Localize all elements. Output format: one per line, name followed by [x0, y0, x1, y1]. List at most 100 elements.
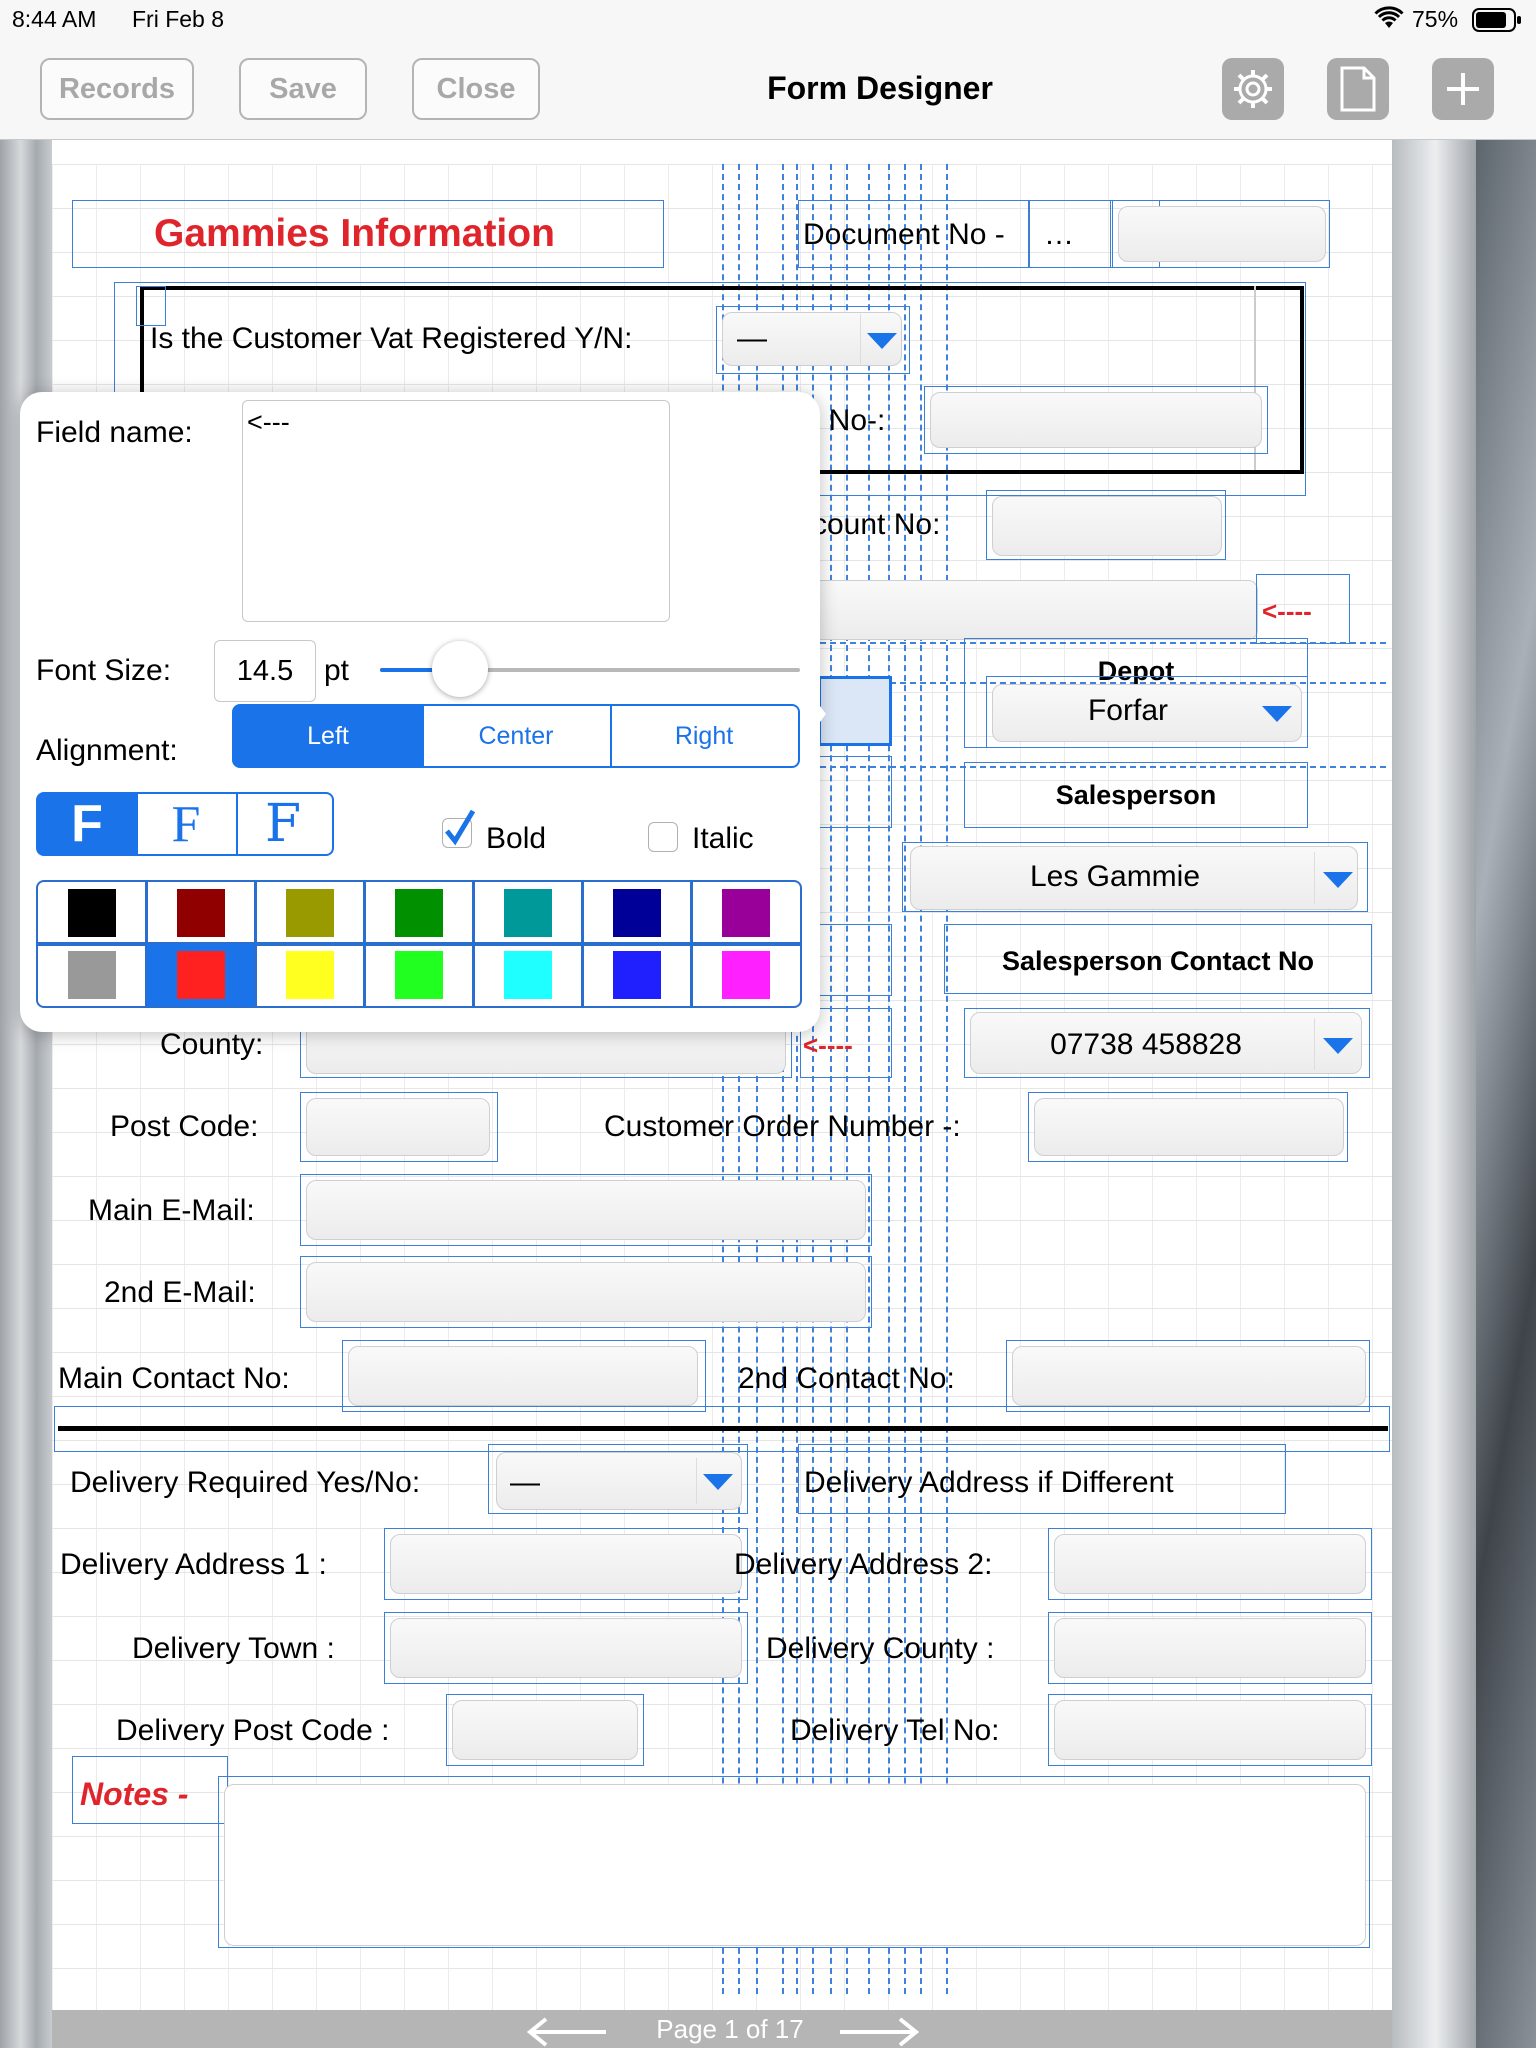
document-icon[interactable] [1327, 58, 1389, 120]
vat-label: Is the Customer Vat Registered Y/N: [150, 322, 633, 355]
divider [1314, 852, 1315, 904]
account-no-label: count No: [812, 508, 941, 541]
salesperson-label: Salesperson [1055, 780, 1217, 810]
color-swatch[interactable] [581, 880, 693, 946]
field-name-input[interactable]: <--- [242, 400, 670, 622]
salesperson-contact-value: 07738 458828 [1050, 1028, 1242, 1061]
section-divider [58, 1426, 1388, 1431]
slider-knob[interactable] [431, 641, 488, 697]
color-swatch-fill [286, 951, 334, 999]
color-swatch-fill [286, 889, 334, 937]
selection-box [300, 1092, 498, 1162]
plus-icon[interactable] [1432, 58, 1494, 120]
align-left-button[interactable]: Left [232, 704, 424, 768]
delivery-county-label: Delivery County : [766, 1632, 995, 1665]
color-swatch[interactable] [36, 942, 148, 1008]
salesperson-contact-label: Salesperson Contact No [1001, 946, 1315, 976]
selection-box [384, 1528, 748, 1600]
color-swatch[interactable] [145, 880, 257, 946]
color-swatch[interactable] [472, 880, 584, 946]
selection-box [1006, 1340, 1370, 1412]
arrow-label: <---- [1262, 596, 1312, 626]
font-size-input[interactable]: 14.5 [214, 640, 316, 702]
selection-box [300, 1256, 872, 1328]
color-swatch[interactable] [690, 942, 802, 1008]
color-swatch[interactable] [363, 942, 475, 1008]
selection-box [986, 490, 1226, 560]
color-swatch[interactable] [363, 880, 475, 946]
color-swatch-fill [68, 889, 116, 937]
font-outline-button[interactable]: F [234, 792, 334, 856]
status-date: Fri Feb 8 [132, 6, 225, 32]
color-swatch[interactable] [581, 942, 693, 1008]
selected-field-box[interactable] [818, 676, 892, 746]
color-swatch-fill [177, 951, 225, 999]
selection-handle [136, 286, 166, 326]
battery-percent: 75% [1412, 6, 1459, 32]
gear-icon[interactable] [1222, 58, 1284, 120]
font-size-slider[interactable] [380, 641, 800, 697]
italic-label: Italic [692, 822, 754, 855]
county-label: County: [160, 1028, 264, 1061]
color-swatch-fill [722, 889, 770, 937]
color-swatch-fill [395, 889, 443, 937]
document-no-label: Document No - [803, 218, 1005, 251]
color-swatch-fill [504, 889, 552, 937]
color-swatch-fill [177, 889, 225, 937]
delivery-address2-label: Delivery Address 2: [734, 1548, 993, 1581]
notes-label: Notes - [80, 1776, 189, 1812]
color-palette [36, 880, 802, 1008]
font-size-label: Font Size: [36, 654, 172, 687]
second-contact-label: 2nd Contact No: [738, 1362, 955, 1395]
main-email-label: Main E-Mail: [88, 1194, 255, 1227]
color-swatch[interactable] [254, 880, 366, 946]
address-field[interactable] [800, 580, 1258, 640]
bold-checkbox[interactable] [442, 809, 476, 848]
delivery-if-different-label: Delivery Address if Different [804, 1466, 1174, 1499]
selection-box [384, 1612, 748, 1684]
vat-dropdown-value: — [737, 322, 767, 355]
post-code-label: Post Code: [110, 1110, 259, 1143]
arrow-right-icon[interactable] [838, 2016, 920, 2053]
chevron-down-icon [867, 333, 897, 349]
divider [1314, 1018, 1315, 1070]
delivery-tel-label: Delivery Tel No: [790, 1714, 1000, 1747]
align-center-button[interactable]: Center [422, 704, 612, 768]
selection-box [1048, 1612, 1372, 1684]
chevron-down-icon [703, 1474, 733, 1490]
battery-icon [1472, 8, 1522, 37]
delivery-address1-label: Delivery Address 1 : [60, 1548, 327, 1581]
delivery-postcode-label: Delivery Post Code : [116, 1714, 390, 1747]
selection-box [1028, 1092, 1348, 1162]
selection-box [300, 1174, 872, 1246]
divider [696, 1458, 697, 1504]
align-right-button[interactable]: Right [610, 704, 800, 768]
page-indicator: Page 1 of 17 [656, 2014, 804, 2044]
font-serif-button[interactable]: F [136, 792, 238, 856]
color-swatch[interactable] [36, 880, 148, 946]
color-swatch-fill [613, 889, 661, 937]
color-swatch[interactable] [690, 880, 802, 946]
selection-box [218, 1776, 1370, 1948]
color-swatch[interactable] [254, 942, 366, 1008]
background-edge [1476, 140, 1536, 2048]
field-name-value: <--- [247, 407, 290, 437]
italic-checkbox[interactable] [648, 822, 678, 852]
main-contact-label: Main Contact No: [58, 1362, 290, 1395]
color-swatch-fill [722, 951, 770, 999]
font-sans-button[interactable]: F [36, 792, 138, 856]
selection-box [342, 1340, 706, 1412]
field-name-label: Field name: [36, 416, 193, 449]
depot-value: Forfar [1087, 694, 1168, 727]
selection-box [1048, 1528, 1372, 1600]
customer-order-label: Customer Order Number -: [604, 1110, 961, 1143]
divider [860, 314, 861, 364]
color-swatch[interactable] [145, 942, 257, 1008]
color-swatch[interactable] [472, 942, 584, 1008]
arrow-left-icon[interactable] [526, 2016, 608, 2053]
status-time: 8:44 AM [12, 6, 97, 32]
salesperson-value: Les Gammie [1029, 860, 1201, 893]
form-header-title: Gammies Information [154, 212, 555, 255]
selection-box [446, 1694, 644, 1766]
vat-no-label: . No-: [812, 404, 886, 437]
